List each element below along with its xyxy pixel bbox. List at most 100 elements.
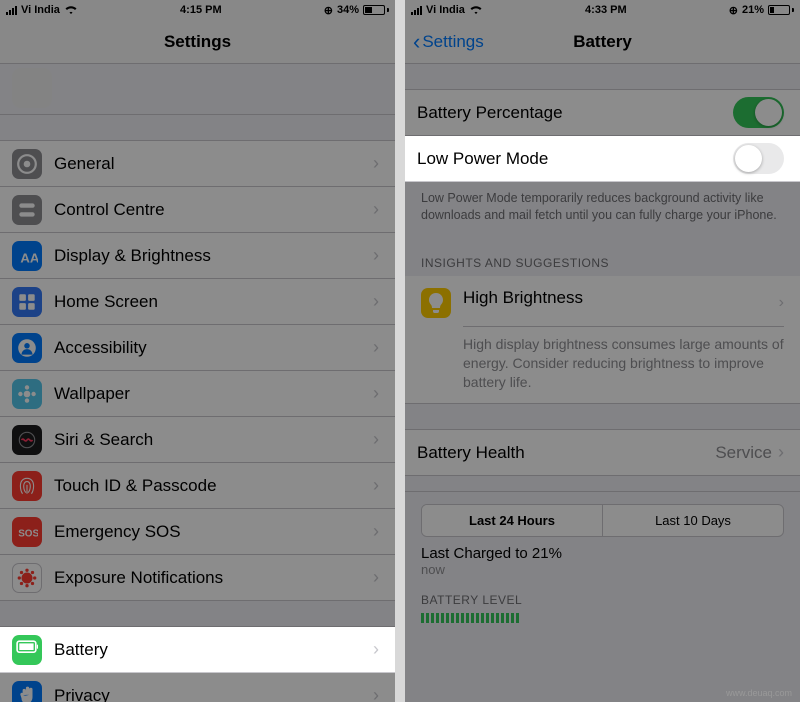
settings-list: General›Control Centre›AADisplay & Brigh… bbox=[0, 141, 395, 702]
low-power-mode-toggle[interactable] bbox=[733, 143, 784, 174]
page-title: Battery bbox=[573, 32, 632, 52]
page-title: Settings bbox=[164, 32, 231, 52]
chevron-right-icon: › bbox=[373, 429, 379, 450]
chevron-right-icon: › bbox=[373, 383, 379, 404]
switches-icon bbox=[12, 195, 42, 225]
battery-icon bbox=[768, 5, 794, 15]
settings-row-home-screen[interactable]: Home Screen› bbox=[0, 279, 395, 325]
row-label: General bbox=[54, 154, 373, 174]
svg-text:SOS: SOS bbox=[18, 528, 38, 539]
segment-10d[interactable]: Last 10 Days bbox=[602, 505, 783, 536]
battery-health-value: Service bbox=[715, 443, 772, 463]
settings-row-accessibility[interactable]: Accessibility› bbox=[0, 325, 395, 371]
signal-icon bbox=[6, 6, 17, 15]
AA-icon: AA bbox=[12, 241, 42, 271]
settings-row-privacy[interactable]: Privacy› bbox=[0, 673, 395, 702]
time-range-segment[interactable]: Last 24 Hours Last 10 Days bbox=[421, 504, 784, 537]
hand-icon bbox=[12, 681, 42, 702]
svg-text:AA: AA bbox=[20, 250, 38, 265]
navbar: Settings bbox=[0, 20, 395, 64]
row-label: Accessibility bbox=[54, 338, 373, 358]
chevron-right-icon: › bbox=[373, 567, 379, 588]
back-button[interactable]: ‹ Settings bbox=[413, 31, 484, 53]
chevron-left-icon: ‹ bbox=[413, 31, 420, 53]
chevron-right-icon: › bbox=[373, 245, 379, 266]
row-label: Siri & Search bbox=[54, 430, 373, 450]
chevron-right-icon: › bbox=[373, 291, 379, 312]
row-label: Battery Percentage bbox=[417, 103, 733, 123]
battery-percentage-row[interactable]: Battery Percentage bbox=[405, 90, 800, 136]
settings-row-emergency-sos[interactable]: SOS Emergency SOS› bbox=[0, 509, 395, 555]
chevron-right-icon: › bbox=[373, 639, 379, 660]
low-power-mode-row[interactable]: Low Power Mode bbox=[405, 136, 800, 182]
battery-percentage-toggle[interactable] bbox=[733, 97, 784, 128]
battery-health-row[interactable]: Battery Health Service › bbox=[405, 430, 800, 476]
carrier-label: Vi India bbox=[426, 4, 465, 16]
settings-row-touch-id-passcode[interactable]: Touch ID & Passcode› bbox=[0, 463, 395, 509]
row-label: Battery Health bbox=[417, 443, 715, 463]
last-charged-label: Last Charged to 21% bbox=[421, 545, 784, 562]
chevron-right-icon: › bbox=[373, 199, 379, 220]
gear-icon bbox=[12, 149, 42, 179]
insight-high-brightness[interactable]: High Brightness › High display brightnes… bbox=[405, 276, 800, 405]
carrier-label: Vi India bbox=[21, 4, 60, 16]
lightbulb-icon bbox=[421, 288, 451, 318]
battery-level-chart bbox=[405, 613, 800, 627]
settings-row-general[interactable]: General› bbox=[0, 141, 395, 187]
back-label: Settings bbox=[422, 32, 483, 52]
wifi-icon bbox=[64, 5, 78, 15]
status-bar: Vi India 4:33 PM ⊕ 21% bbox=[405, 0, 800, 20]
rotation-lock-icon: ⊕ bbox=[324, 4, 333, 17]
SOS-icon: SOS bbox=[12, 517, 42, 547]
rotation-lock-icon: ⊕ bbox=[729, 4, 738, 17]
row-label: Privacy bbox=[54, 686, 373, 702]
grid-icon bbox=[12, 287, 42, 317]
settings-row-siri-search[interactable]: Siri & Search› bbox=[0, 417, 395, 463]
row-label: Home Screen bbox=[54, 292, 373, 312]
segment-24h[interactable]: Last 24 Hours bbox=[422, 505, 602, 536]
watermark: www.deuaq.com bbox=[726, 688, 792, 698]
chevron-right-icon: › bbox=[779, 294, 784, 312]
battery-icon bbox=[363, 5, 389, 15]
row-label: Battery bbox=[54, 640, 373, 660]
row-label: Wallpaper bbox=[54, 384, 373, 404]
battery-pct: 21% bbox=[742, 4, 764, 16]
chevron-right-icon: › bbox=[373, 475, 379, 496]
signal-icon bbox=[411, 6, 422, 15]
settings-row-exposure-notifications[interactable]: Exposure Notifications› bbox=[0, 555, 395, 601]
finger-icon bbox=[12, 471, 42, 501]
row-icon-partial bbox=[12, 68, 52, 108]
battery-screen: Vi India 4:33 PM ⊕ 21% ‹ Settings Batter… bbox=[405, 0, 800, 702]
wifi-icon bbox=[469, 5, 483, 15]
chevron-right-icon: › bbox=[373, 153, 379, 174]
settings-row-control-centre[interactable]: Control Centre› bbox=[0, 187, 395, 233]
insights-header: INSIGHTS AND SUGGESTIONS bbox=[405, 238, 800, 276]
row-label: Emergency SOS bbox=[54, 522, 373, 542]
low-power-description: Low Power Mode temporarily reduces backg… bbox=[405, 182, 800, 238]
battery-pct: 34% bbox=[337, 4, 359, 16]
last-charged-time: now bbox=[421, 562, 784, 577]
last-charged-info: Last Charged to 21% now bbox=[405, 537, 800, 579]
row-label: Low Power Mode bbox=[417, 149, 733, 169]
person-icon bbox=[12, 333, 42, 363]
virus-icon bbox=[12, 563, 42, 593]
row-label: Control Centre bbox=[54, 200, 373, 220]
battery-level-header: BATTERY LEVEL bbox=[405, 579, 800, 613]
chevron-right-icon: › bbox=[373, 685, 379, 702]
settings-row-display-brightness[interactable]: AA Display & Brightness› bbox=[0, 233, 395, 279]
time-label: 4:33 PM bbox=[585, 4, 627, 16]
siri-icon bbox=[12, 425, 42, 455]
battery-icon bbox=[12, 635, 42, 665]
row-label: Exposure Notifications bbox=[54, 568, 373, 588]
row-label: Touch ID & Passcode bbox=[54, 476, 373, 496]
chevron-right-icon: › bbox=[373, 337, 379, 358]
settings-row-wallpaper[interactable]: Wallpaper› bbox=[0, 371, 395, 417]
settings-row-battery[interactable]: Battery› bbox=[0, 627, 395, 673]
time-label: 4:15 PM bbox=[180, 4, 222, 16]
settings-screen: Vi India 4:15 PM ⊕ 34% Settings General›… bbox=[0, 0, 395, 702]
chevron-right-icon: › bbox=[778, 442, 784, 463]
status-bar: Vi India 4:15 PM ⊕ 34% bbox=[0, 0, 395, 20]
chevron-right-icon: › bbox=[373, 521, 379, 542]
row-label: Display & Brightness bbox=[54, 246, 373, 266]
insight-title: High Brightness bbox=[463, 288, 779, 308]
